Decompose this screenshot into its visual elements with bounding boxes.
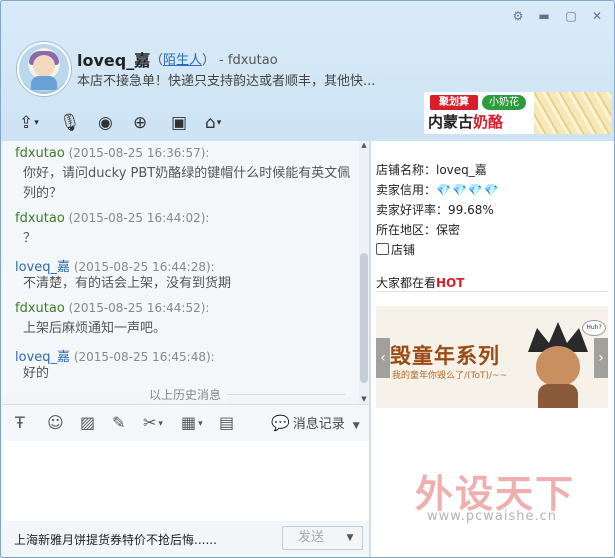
- maximize-icon[interactable]: ▢: [564, 9, 578, 23]
- screen-share-icon[interactable]: ▣: [171, 111, 187, 135]
- quick-promo-text[interactable]: 上海新雅月饼提货券特价不抢后悔......: [14, 531, 217, 548]
- message-time: (2015-08-25 16:36:57):: [68, 146, 210, 160]
- minimize-icon[interactable]: ▬: [537, 9, 551, 23]
- shop-name: 店铺名称：loveq_嘉: [376, 163, 487, 177]
- banner-headline-b: 奶酪: [473, 113, 504, 131]
- message-time: (2015-08-25 16:44:28):: [73, 260, 215, 274]
- message-text: 不清楚，有的话会上架，没有到货期: [23, 276, 232, 291]
- message-author: fdxutao: [15, 211, 65, 226]
- message-time: (2015-08-25 16:44:52):: [68, 301, 210, 315]
- message-header: loveq_嘉 (2015-08-25 16:44:28):: [15, 256, 215, 275]
- speech-bubble: Huh?: [582, 320, 606, 336]
- share-icon[interactable]: ⇪▾: [19, 111, 39, 135]
- promo-carousel[interactable]: 毁童年系列 我的童年你毁么了/(ToT)/~~ Huh? ‹ ›: [376, 306, 608, 408]
- chat-scrollbar[interactable]: ▲ ▼: [359, 141, 369, 405]
- contact-name: loveq_嘉: [77, 51, 151, 70]
- message-author: fdxutao: [15, 146, 65, 161]
- screenshot-icon[interactable]: ▤: [219, 413, 234, 433]
- shop-icon: [376, 243, 389, 255]
- chevron-down-icon: ▼: [352, 421, 360, 431]
- promo-title: 毁童年系列: [390, 344, 500, 368]
- settings-icon[interactable]: ⚙: [511, 9, 525, 23]
- diamond-icon: 💎💎💎💎: [436, 183, 500, 197]
- ad-banner[interactable]: 聚划算 小奶花 内蒙古奶酪: [424, 92, 611, 134]
- seller-rating: 卖家好评率：99.68%: [376, 203, 494, 217]
- relation-paren-close: ）: [202, 53, 216, 68]
- banner-headline-a: 内蒙古: [428, 113, 474, 131]
- history-label: 以上历史消息: [143, 386, 228, 403]
- message-text: 好的: [23, 366, 50, 381]
- banner-brand: 小奶花: [482, 95, 526, 110]
- close-icon[interactable]: ✕: [590, 9, 604, 23]
- character-body: [538, 384, 578, 408]
- message-record-label: 消息记录: [292, 417, 345, 432]
- avatar-face: [33, 55, 55, 77]
- avatar-body: [31, 76, 57, 90]
- relation-link[interactable]: 陌生人: [163, 53, 202, 68]
- message-input[interactable]: [3, 441, 369, 521]
- font-icon[interactable]: Ŧ: [15, 413, 25, 433]
- shop-link-label: 店铺: [391, 243, 416, 257]
- scroll-thumb[interactable]: [360, 253, 368, 383]
- message-author: fdxutao: [15, 301, 65, 316]
- banner-food-image: [534, 92, 611, 134]
- emoji-icon[interactable]: ☺: [47, 413, 64, 433]
- promo-subtitle: 我的童年你毁么了/(ToT)/~~: [392, 371, 508, 381]
- watching-divider: [376, 291, 608, 292]
- message-header: loveq_嘉 (2015-08-25 16:45:48):: [15, 346, 215, 365]
- carousel-next-icon[interactable]: ›: [594, 338, 608, 378]
- promo-character: [526, 312, 590, 408]
- seller-region: 所在地区：保密: [376, 223, 461, 237]
- message-record-icon: 💬: [271, 414, 290, 432]
- seller-credit-label: 卖家信用：: [376, 183, 437, 197]
- message-header: fdxutao (2015-08-25 16:44:52):: [15, 301, 209, 316]
- message-text: ？: [23, 231, 37, 246]
- microphone-icon[interactable]: 🎙▾: [59, 111, 81, 152]
- message-text: 你好，请问ducky PBT奶酪绿的键帽什么时候能有英文佩列的？: [23, 166, 351, 201]
- watching-prefix: 大家都在看: [376, 276, 437, 290]
- scroll-up-icon[interactable]: ▲: [359, 141, 369, 149]
- edit-icon[interactable]: ✎: [112, 413, 125, 433]
- message-time: (2015-08-25 16:44:02):: [68, 211, 210, 225]
- relation-paren-open: （: [150, 53, 164, 68]
- shop-info-panel: 店铺名称：loveq_嘉 卖家信用：💎💎💎💎 卖家好评率：99.68% 所在地区…: [371, 141, 614, 557]
- message-author: loveq_嘉: [15, 350, 71, 365]
- add-person-icon[interactable]: ⊕: [133, 111, 147, 135]
- send-options-button[interactable]: ▼: [338, 526, 363, 550]
- message-time: (2015-08-25 16:45:48):: [73, 350, 215, 364]
- image-icon[interactable]: ▨: [80, 413, 95, 433]
- contact-account: - fdxutao: [219, 53, 278, 68]
- scissors-icon[interactable]: ✂ ▾: [143, 413, 163, 433]
- camera-icon[interactable]: ◉: [98, 111, 113, 135]
- hot-badge: HOT: [436, 276, 465, 290]
- message-header: fdxutao (2015-08-25 16:36:57):: [15, 146, 209, 161]
- input-toolbar: Ŧ ☺ ▨ ✎ ✂ ▾ ▦ ▾ ▤ 💬 消息记录 ▼: [3, 405, 369, 441]
- table-icon[interactable]: ▦ ▾: [181, 413, 203, 433]
- message-record-button[interactable]: 💬 消息记录 ▼: [271, 413, 360, 433]
- shop-link[interactable]: 店铺: [376, 241, 415, 258]
- carousel-prev-icon[interactable]: ‹: [376, 338, 390, 378]
- history-separator: 以上历史消息: [3, 385, 359, 403]
- message-author: loveq_嘉: [15, 260, 71, 275]
- character-face: [536, 346, 580, 386]
- contact-relation: （陌生人） - fdxutao: [150, 49, 278, 68]
- watching-title: 大家都在看HOT: [376, 274, 464, 291]
- contact-signature: 本店不接急单！快递只支持韵达或者顺丰，其他快...: [77, 74, 376, 89]
- banner-headline: 内蒙古奶酪: [428, 111, 503, 132]
- message-header: fdxutao (2015-08-25 16:44:02):: [15, 211, 209, 226]
- seller-credit: 卖家信用：💎💎💎💎: [376, 181, 500, 198]
- message-text: 上架后麻烦通知一声吧。: [23, 321, 167, 336]
- send-button[interactable]: 发送: [282, 526, 340, 550]
- chat-window: ⚙ ▬ ▢ ✕ loveq_嘉 （陌生人） - fdxutao 本店不接急单！快递…: [0, 0, 615, 558]
- remote-assist-icon[interactable]: ⌂▾: [205, 111, 221, 135]
- avatar[interactable]: [17, 42, 71, 96]
- chat-history[interactable]: fdxutao (2015-08-25 16:36:57): 你好，请问duck…: [3, 141, 359, 397]
- scroll-down-icon[interactable]: ▼: [359, 395, 369, 403]
- banner-tag: 聚划算: [430, 95, 478, 110]
